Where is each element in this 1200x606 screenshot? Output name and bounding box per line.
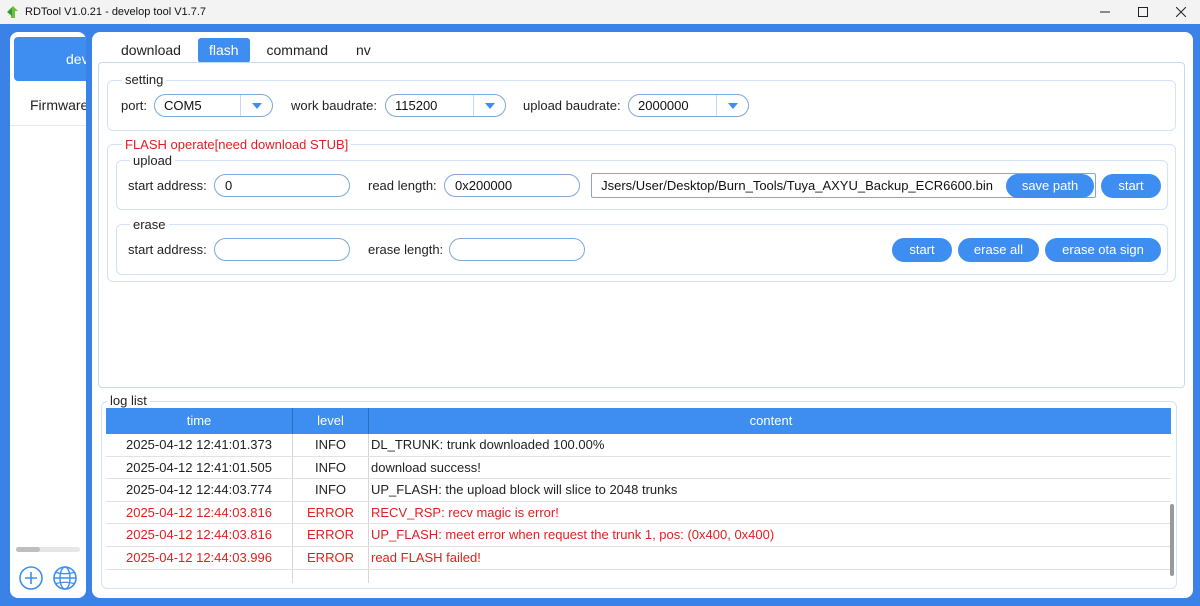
tab-download[interactable]: download <box>110 38 192 63</box>
log-level <box>293 569 369 583</box>
work-baudrate-select[interactable]: 115200 <box>385 94 506 117</box>
main-panel: download flash command nv setting port: … <box>92 32 1193 598</box>
log-level: INFO <box>293 479 369 501</box>
port-dropdown-button[interactable] <box>240 95 272 116</box>
sidebar-item-label: develop tool <box>66 51 86 67</box>
tab-nv[interactable]: nv <box>345 38 382 63</box>
log-table-header: time level content <box>106 408 1171 434</box>
upload-baudrate-select[interactable]: 2000000 <box>628 94 749 117</box>
app-logo-icon <box>7 6 18 18</box>
column-header-content[interactable]: content <box>369 408 1171 434</box>
close-icon <box>1176 7 1186 17</box>
log-time: 2025-04-12 12:41:01.505 <box>106 456 293 479</box>
table-row[interactable]: 2025-04-12 12:41:01.505 INFO download su… <box>106 456 1171 480</box>
log-content: read FLASH failed! <box>371 549 481 565</box>
setting-title: setting <box>122 72 167 87</box>
log-time: 2025-04-12 12:44:03.774 <box>106 479 293 501</box>
erase-start-address-label: start address: <box>128 242 207 257</box>
minimize-button[interactable] <box>1086 0 1124 24</box>
upload-start-address-label: start address: <box>128 178 207 193</box>
add-circle-icon[interactable] <box>18 565 44 591</box>
flash-operate-title: FLASH operate[need download STUB] <box>122 137 352 152</box>
log-level: ERROR <box>293 546 369 569</box>
log-content: DL_TRUNK: trunk downloaded 100.00% <box>371 437 605 452</box>
log-time: 2025-04-12 12:41:01.373 <box>106 434 293 456</box>
tab-command[interactable]: command <box>256 38 339 63</box>
sidebar-item-develop-tool[interactable]: develop tool <box>14 37 86 81</box>
window-title: RDTool V1.0.21 - develop tool V1.7.7 <box>25 6 207 18</box>
chevron-down-icon <box>484 102 495 109</box>
title-bar: RDTool V1.0.21 - develop tool V1.7.7 <box>0 0 1200 24</box>
read-length-label: read length: <box>368 178 437 193</box>
log-scrollbar[interactable] <box>1170 434 1174 583</box>
table-row[interactable]: 2025-04-12 12:44:03.996 ERROR read FLASH… <box>106 546 1171 570</box>
port-label: port: <box>121 98 148 113</box>
log-level: ERROR <box>293 501 369 524</box>
log-content: RECV_RSP: recv magic is error! <box>371 504 559 520</box>
port-select[interactable]: COM5 <box>154 94 273 117</box>
log-table: time level content 2025-04-12 12:41:01.3… <box>106 408 1171 583</box>
maximize-button[interactable] <box>1124 0 1162 24</box>
erase-start-button[interactable]: start <box>892 238 952 262</box>
log-content: UP_FLASH: the upload block will slice to… <box>371 482 678 498</box>
table-row[interactable]: 2025-04-12 12:41:01.373 INFO DL_TRUNK: t… <box>106 434 1171 457</box>
upload-title: upload <box>130 153 176 168</box>
erase-start-address-input[interactable] <box>214 238 350 261</box>
upload-baudrate-dropdown-button[interactable] <box>716 95 748 116</box>
column-header-level[interactable]: level <box>293 408 369 434</box>
log-time <box>106 569 293 583</box>
log-list-title: log list <box>107 393 150 408</box>
sidebar-item-firmware[interactable]: Firmware <box>10 88 86 126</box>
log-time: 2025-04-12 12:44:03.816 <box>106 501 293 524</box>
erase-title: erase <box>130 217 169 232</box>
tab-bar: download flash command nv <box>110 38 388 63</box>
log-content: UP_FLASH: meet error when request the tr… <box>371 527 775 543</box>
chevron-down-icon <box>727 102 738 109</box>
save-path-button[interactable]: save path <box>1006 174 1094 198</box>
upload-baudrate-label: upload baudrate: <box>523 98 621 113</box>
log-time: 2025-04-12 12:44:03.816 <box>106 524 293 546</box>
upload-start-button[interactable]: start <box>1101 174 1161 198</box>
save-path-value: Jsers/User/Desktop/Burn_Tools/Tuya_AXYU_… <box>601 178 993 193</box>
erase-length-label: erase length: <box>368 242 444 257</box>
table-row[interactable]: 2025-04-12 12:44:03.816 ERROR UP_FLASH: … <box>106 524 1171 547</box>
erase-length-input[interactable] <box>449 238 585 261</box>
chevron-down-icon <box>251 102 262 109</box>
sidebar-scrollbar[interactable] <box>16 547 80 552</box>
table-row[interactable]: 2025-04-12 12:44:03.816 ERROR RECV_RSP: … <box>106 501 1171 525</box>
read-length-input[interactable]: 0x200000 <box>444 174 580 197</box>
maximize-icon <box>1138 7 1148 17</box>
erase-all-button[interactable]: erase all <box>958 238 1039 262</box>
table-row[interactable]: 2025-04-12 12:44:03.774 INFO UP_FLASH: t… <box>106 479 1171 502</box>
minimize-icon <box>1100 11 1110 13</box>
column-header-time[interactable]: time <box>106 408 293 434</box>
table-row[interactable] <box>106 569 1171 583</box>
log-time: 2025-04-12 12:44:03.996 <box>106 546 293 569</box>
port-value: COM5 <box>164 98 202 113</box>
erase-ota-sign-button[interactable]: erase ota sign <box>1045 238 1161 262</box>
globe-icon[interactable] <box>52 565 78 591</box>
upload-baudrate-value: 2000000 <box>638 98 689 113</box>
log-level: INFO <box>293 434 369 456</box>
sidebar-item-label: Firmware <box>30 97 86 113</box>
log-content: download success! <box>371 459 481 475</box>
log-level: ERROR <box>293 524 369 546</box>
work-baudrate-value: 115200 <box>395 98 438 113</box>
work-baudrate-label: work baudrate: <box>291 98 377 113</box>
work-baudrate-dropdown-button[interactable] <box>473 95 505 116</box>
tab-flash[interactable]: flash <box>197 38 250 63</box>
log-level: INFO <box>293 456 369 479</box>
sidebar: develop tool Firmware <box>10 32 86 598</box>
log-content <box>369 570 1171 583</box>
upload-start-address-input[interactable]: 0 <box>214 174 350 197</box>
close-button[interactable] <box>1162 0 1200 24</box>
